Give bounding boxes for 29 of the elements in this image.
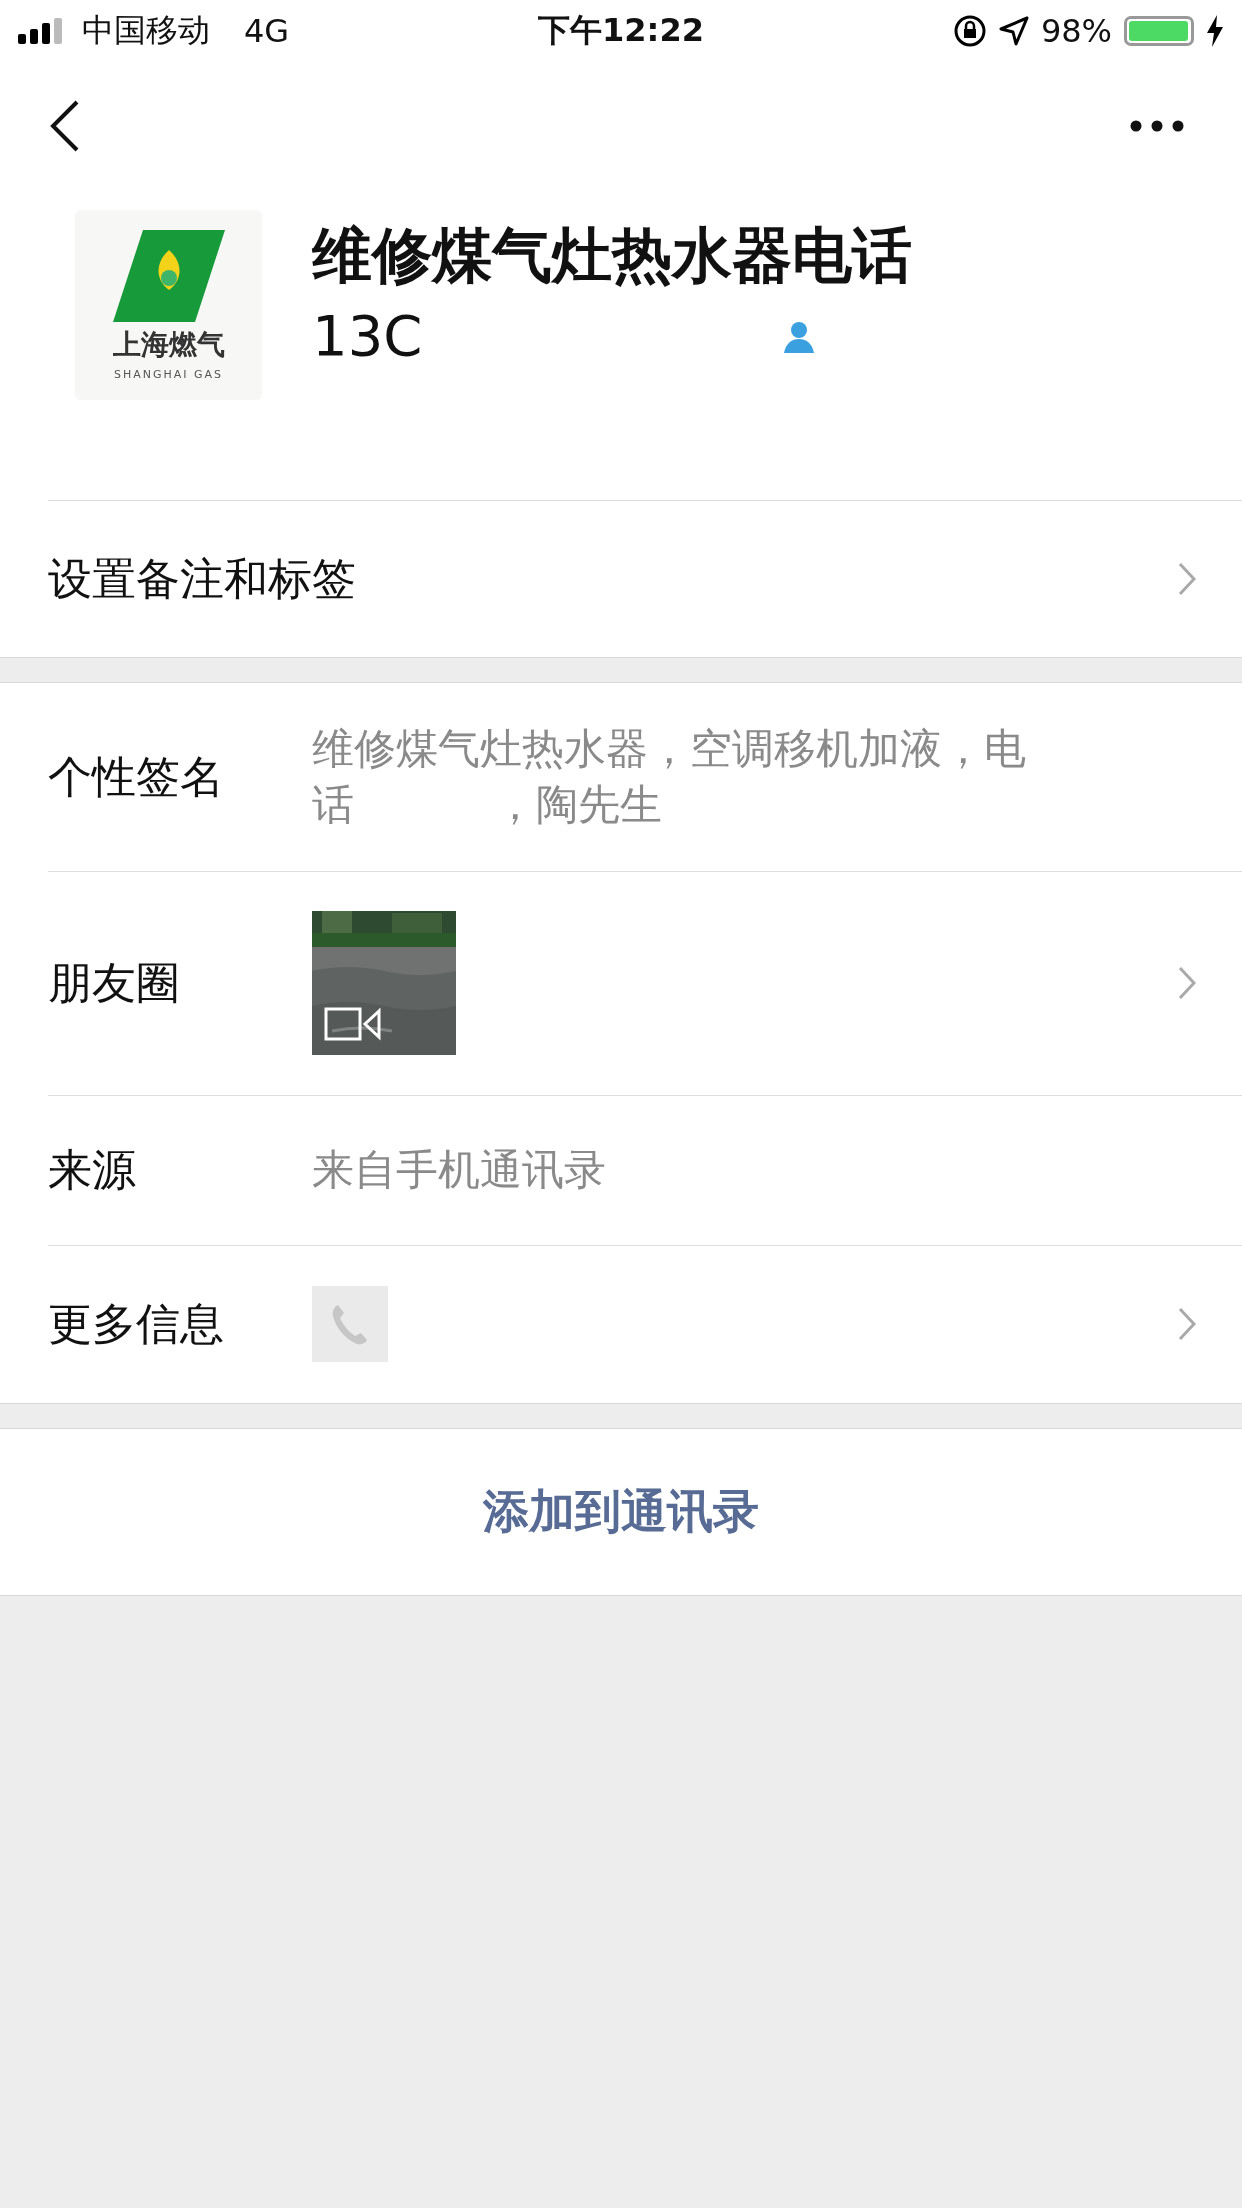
location-icon: [998, 16, 1029, 46]
chevron-icon: [1178, 562, 1196, 596]
battery-percent: 98%: [1040, 12, 1112, 50]
contact-id: 13C: [312, 303, 423, 368]
info-row[interactable]: 更多信息: [0, 1245, 1242, 1403]
network-type: 4G: [244, 12, 290, 50]
carrier-name: 中国移动: [82, 10, 210, 51]
charging-icon: [1206, 15, 1224, 47]
row-label: 更多信息: [48, 1296, 225, 1351]
row-value: 维修煤气灶热水器，空调移机加液，电话 ，陶先生: [312, 723, 1027, 831]
row-label: 来源: [48, 1142, 137, 1197]
row-label: 设置备注和标签: [48, 551, 357, 606]
video-icon: [324, 1007, 382, 1041]
chevron-icon: [1178, 966, 1196, 1000]
more-icon[interactable]: [1130, 120, 1184, 132]
chevron-icon: [1178, 1307, 1196, 1341]
logo-subtext: SHANGHAI GAS: [113, 367, 224, 381]
back-icon[interactable]: [50, 100, 80, 152]
row-label: 个性签名: [48, 749, 225, 804]
info-row[interactable]: 朋友圈: [0, 871, 1242, 1095]
rotation-lock-icon: [952, 14, 987, 48]
clock: 下午12:22: [538, 10, 704, 51]
logo-text: 上海燃气: [112, 326, 225, 363]
battery-icon: [1124, 16, 1194, 46]
phone-icon: [330, 1302, 370, 1346]
flame-logo-icon: [112, 229, 225, 322]
row-label: 朋友圈: [48, 955, 181, 1010]
row-value: 来自手机通讯录: [312, 1144, 607, 1196]
contact-name: 维修煤气灶热水器电话: [312, 219, 912, 292]
